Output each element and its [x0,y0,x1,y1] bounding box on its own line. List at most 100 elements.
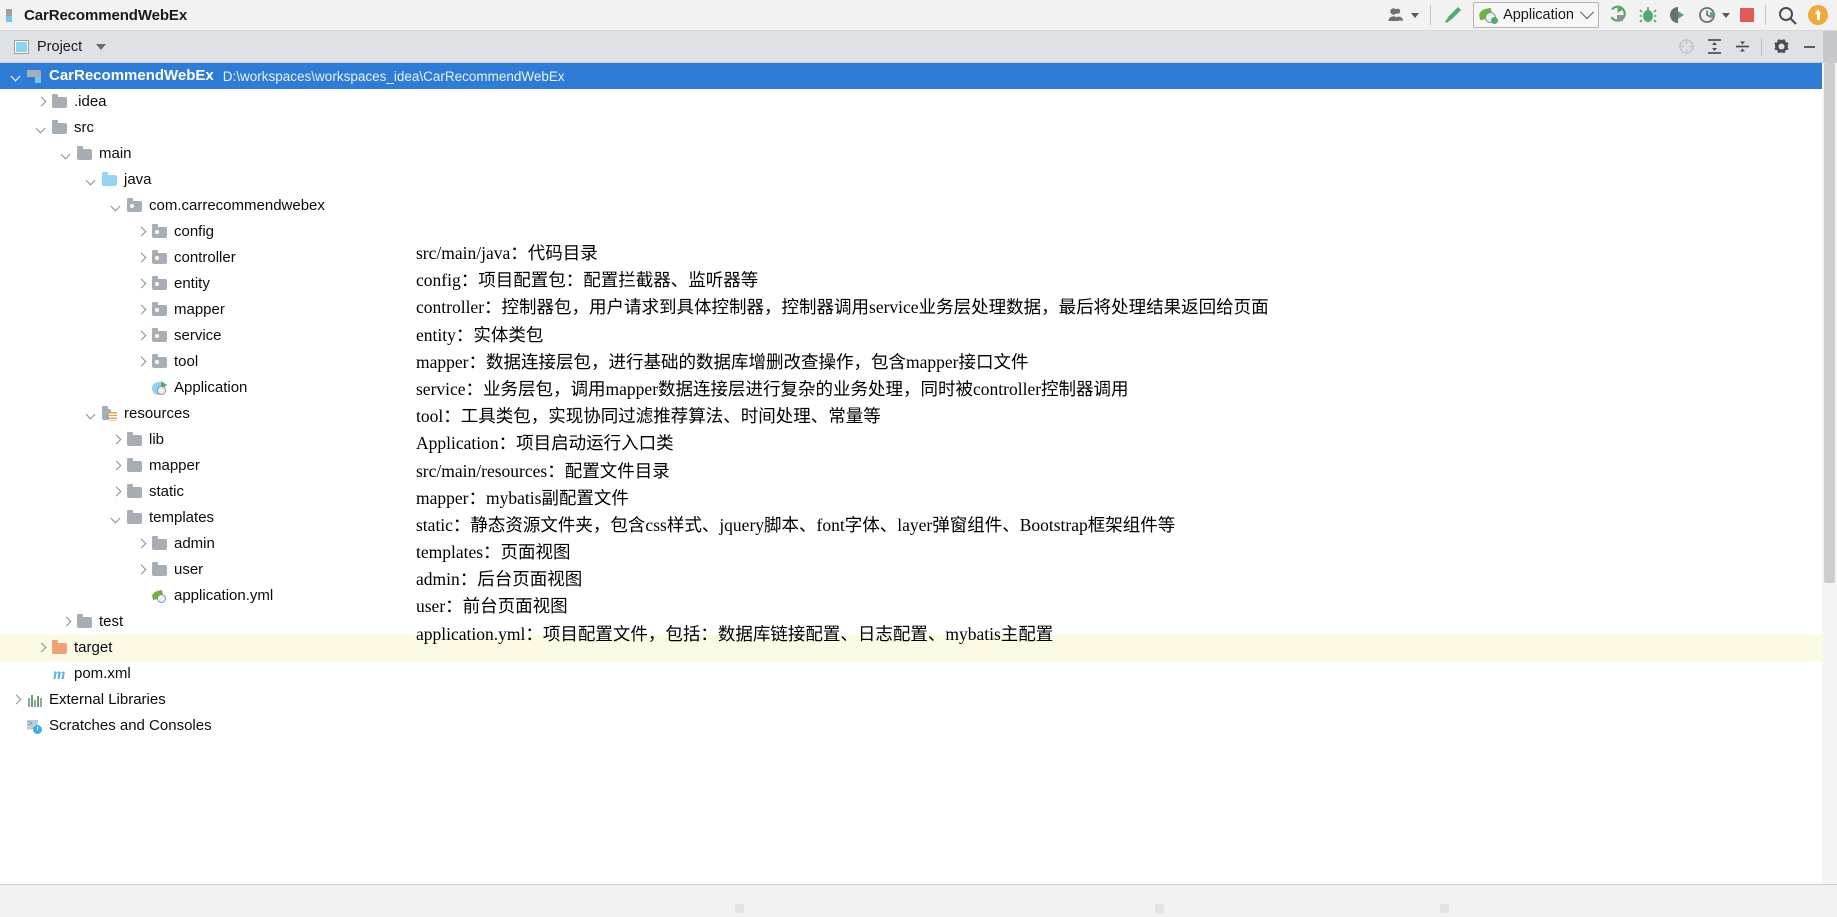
stop-button[interactable] [1735,0,1759,30]
chevron-right-icon[interactable] [135,330,148,343]
tree-row-java[interactable]: java [0,167,1822,193]
package-icon [152,276,169,292]
chevron-right-icon[interactable] [135,304,148,317]
run-configuration-selector[interactable]: Application [1473,2,1599,28]
tree-node-label: mapper [174,301,225,318]
tree-node-label: templates [149,509,215,526]
locate-in-tree-icon [1678,38,1694,55]
annotation-line: admin：后台页面视图 [416,569,583,590]
tree-node-label: tool [174,353,199,370]
tree-row-main[interactable]: main [0,141,1822,167]
chevron-right-icon[interactable] [110,434,123,447]
chevron-down-icon [1411,12,1420,18]
tree-node-label: static [149,483,185,500]
chevron-down-icon[interactable] [110,512,123,525]
chevron-right-icon[interactable] [135,252,148,265]
annotation-line: service：业务层包，调用mapper数据连接层进行复杂的业务处理，同时被c… [416,378,1129,399]
folder-icon [127,510,144,526]
tree-node-label: resources [124,405,190,422]
tree-node-label: user [174,561,204,578]
chevron-right-icon[interactable] [35,642,48,655]
folder-icon [52,120,69,136]
sources-folder-icon [102,172,119,188]
chevron-right-icon[interactable] [10,694,23,707]
chevron-down-icon[interactable] [85,408,98,421]
folder-icon [152,562,169,578]
annotation-line: user：前台页面视图 [416,596,568,617]
profile-button[interactable] [1693,0,1735,30]
chevron-right-icon[interactable] [135,356,148,369]
chevron-right-icon[interactable] [135,564,148,577]
view-mode-chevron-down-icon[interactable] [96,43,107,50]
project-node-icon [27,69,44,84]
run-with-coverage-button[interactable] [1663,0,1693,30]
folder-icon [152,536,169,552]
tree-row-scratches-and-consoles[interactable]: > Scratches and Consoles [0,713,1822,739]
tree-node-label: src [74,119,94,136]
chevron-right-icon[interactable] [135,278,148,291]
tree-row-src[interactable]: src [0,115,1822,141]
run-configuration-label: Application [1503,7,1574,23]
tree-row-com-carrecommendwebex[interactable]: com.carrecommendwebex [0,193,1822,219]
package-icon [152,250,169,266]
package-icon [152,328,169,344]
hide-button[interactable] [1795,31,1823,62]
run-button[interactable] [1603,0,1633,30]
tree-row-carrecommendwebex[interactable]: CarRecommendWebEx D:\workspaces\workspace… [0,63,1822,89]
folder-icon [127,432,144,448]
tool-window-divider [1761,37,1762,56]
build-button[interactable] [1437,0,1469,30]
annotation-line: entity：实体类包 [416,324,544,345]
tree-node-label: lib [149,431,165,448]
chevron-down-icon[interactable] [110,200,123,213]
build-hammer-icon [1445,7,1462,23]
project-icon [6,8,19,22]
window-title: CarRecommendWebEx [24,6,188,24]
run-icon [1610,5,1626,22]
update-button[interactable] [1803,0,1837,30]
status-dot-1 [735,904,744,913]
chevron-down-icon[interactable] [35,122,48,135]
scrollbar-thumb[interactable] [1824,63,1835,583]
vertical-scrollbar[interactable] [1822,63,1837,917]
tree-row-pom-xml[interactable]: m pom.xml [0,661,1822,687]
tree-node-label: application.yml [174,587,274,604]
chevron-right-icon[interactable] [135,538,148,551]
spring-yaml-icon [151,589,169,604]
search-icon [1779,6,1797,25]
chevron-right-icon[interactable] [60,616,73,629]
annotation-line: src/main/java：代码目录 [416,243,598,263]
search-everywhere-button[interactable] [1772,0,1803,30]
gear-icon [1773,39,1789,54]
project-path-label: D:\workspaces\workspaces_idea\CarRecomme… [222,68,565,84]
debug-button[interactable] [1633,0,1663,30]
annotation-line: controller：控制器包，用户请求到具体控制器，控制器调用service业… [416,297,1269,318]
chevron-right-icon[interactable] [110,486,123,499]
run-with-coverage-icon [1670,7,1684,23]
tree-row-external-libraries[interactable]: External Libraries [0,687,1822,713]
chevron-down-icon[interactable] [10,70,23,83]
collapse-all-button[interactable] [1728,31,1756,62]
tree-node-label: Scratches and Consoles [49,717,212,734]
folder-icon [52,94,69,110]
user-button[interactable] [1383,0,1424,30]
project-tool-window-icon [14,39,29,54]
annotation-line: mapper：数据连接层包，进行基础的数据库增删改查操作，包含mapper接口文… [416,351,1029,372]
profile-icon [1699,7,1716,23]
chevron-right-icon[interactable] [135,226,148,239]
scratches-icon: > [27,719,44,734]
chevron-right-icon[interactable] [110,460,123,473]
chevron-down-icon[interactable] [85,174,98,187]
chevron-right-icon[interactable] [35,96,48,109]
settings-button[interactable] [1767,31,1795,62]
expand-all-button[interactable] [1700,31,1728,62]
tool-window-header: Project [0,31,1837,63]
package-icon [152,302,169,318]
chevron-down-icon[interactable] [60,148,73,161]
tree-row-idea[interactable]: .idea [0,89,1822,115]
locate-in-tree-button[interactable] [1672,31,1700,62]
maven-icon: m [53,665,66,683]
stop-icon [1740,8,1754,22]
main-toolbar: Application [1383,0,1837,30]
